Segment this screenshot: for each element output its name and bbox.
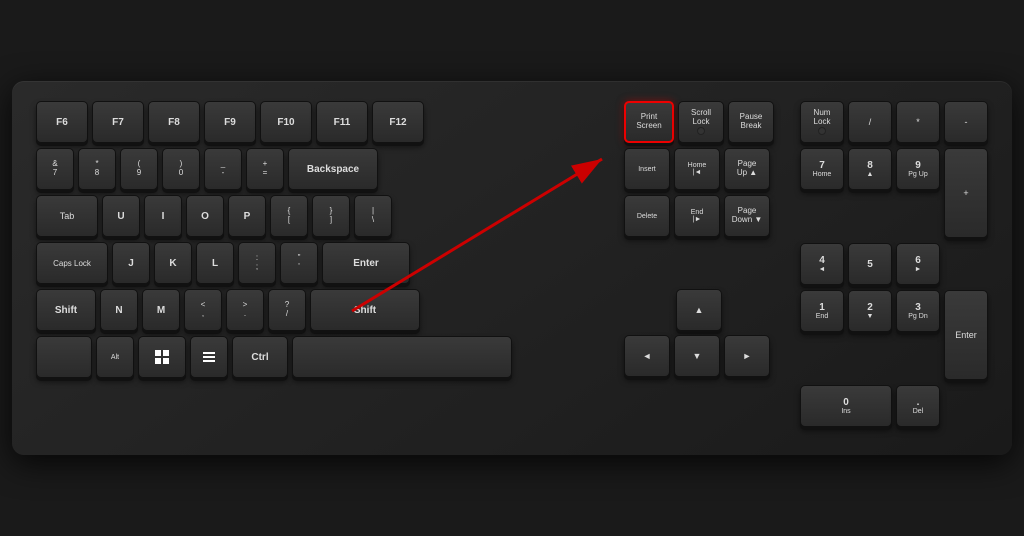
key-underscore[interactable]: _- — [204, 148, 242, 190]
key-i[interactable]: I — [144, 195, 182, 237]
key-gt[interactable]: >. — [226, 289, 264, 331]
main-keys: F6 F7 F8 F9 F10 F11 F12 &7 *8 (9 )0 — [36, 101, 596, 427]
key-pipe[interactable]: |\ — [354, 195, 392, 237]
key-o[interactable]: O — [186, 195, 224, 237]
key-scroll-lock[interactable]: ScrollLock — [678, 101, 724, 143]
key-k[interactable]: K — [154, 242, 192, 284]
key-alt-left[interactable]: Alt — [96, 336, 134, 378]
key-ampersand[interactable]: &7 — [36, 148, 74, 190]
key-question[interactable]: ?/ — [268, 289, 306, 331]
key-arrow-down[interactable]: ▼ — [674, 335, 720, 377]
number-row: &7 *8 (9 )0 _- += Backspace — [36, 148, 596, 190]
key-f7[interactable]: F7 — [92, 101, 144, 143]
key-menu[interactable] — [190, 336, 228, 378]
key-f9[interactable]: F9 — [204, 101, 256, 143]
key-backspace[interactable]: Backspace — [288, 148, 378, 190]
key-home[interactable]: Home|◄ — [674, 148, 720, 190]
key-n[interactable]: N — [100, 289, 138, 331]
home-row: Caps Lock J K L :; "' Enter — [36, 242, 596, 284]
key-paren-open[interactable]: (9 — [120, 148, 158, 190]
key-f12[interactable]: F12 — [372, 101, 424, 143]
key-print-screen[interactable]: PrintScreen — [624, 101, 674, 143]
key-num-divide[interactable]: / — [848, 101, 892, 143]
qwerty-row: Tab U I O P {[ }] |\ — [36, 195, 596, 237]
key-num-0[interactable]: 0Ins — [800, 385, 892, 427]
key-num-1[interactable]: 1End — [800, 290, 844, 332]
key-enter[interactable]: Enter — [322, 242, 410, 284]
key-ctrl-left[interactable] — [36, 336, 92, 378]
key-p[interactable]: P — [228, 195, 266, 237]
key-lt[interactable]: <, — [184, 289, 222, 331]
key-num-8[interactable]: 8▲ — [848, 148, 892, 190]
key-num-6[interactable]: 6► — [896, 243, 940, 285]
key-colon[interactable]: :; — [238, 242, 276, 284]
key-shift-right[interactable]: Shift — [310, 289, 420, 331]
key-num-7[interactable]: 7Home — [800, 148, 844, 190]
fn-row: F6 F7 F8 F9 F10 F11 F12 — [36, 101, 596, 143]
key-num-5[interactable]: 5 — [848, 243, 892, 285]
key-pause-break[interactable]: PauseBreak — [728, 101, 774, 143]
key-num-9[interactable]: 9Pg Up — [896, 148, 940, 190]
key-delete[interactable]: Delete — [624, 195, 670, 237]
key-f11[interactable]: F11 — [316, 101, 368, 143]
key-f8[interactable]: F8 — [148, 101, 200, 143]
key-num-3[interactable]: 3Pg Dn — [896, 290, 940, 332]
key-brace-open[interactable]: {[ — [270, 195, 308, 237]
key-tab[interactable]: Tab — [36, 195, 98, 237]
key-num-2[interactable]: 2▼ — [848, 290, 892, 332]
key-insert[interactable]: Insert — [624, 148, 670, 190]
right-section: PrintScreen ScrollLock PauseBreak Insert — [624, 101, 988, 427]
keyboard-wrapper: F6 F7 F8 F9 F10 F11 F12 &7 *8 (9 )0 — [12, 81, 1012, 455]
key-num-plus[interactable]: + — [944, 148, 988, 238]
key-ctrl-right[interactable]: Ctrl — [232, 336, 288, 378]
key-f6[interactable]: F6 — [36, 101, 88, 143]
key-quote[interactable]: "' — [280, 242, 318, 284]
key-num-enter[interactable]: Enter — [944, 290, 988, 380]
key-end[interactable]: End|► — [674, 195, 720, 237]
keyboard: F6 F7 F8 F9 F10 F11 F12 &7 *8 (9 )0 — [12, 81, 1012, 455]
key-arrow-right[interactable]: ► — [724, 335, 770, 377]
key-space[interactable] — [292, 336, 512, 378]
key-star[interactable]: *8 — [78, 148, 116, 190]
key-num-minus[interactable]: - — [944, 101, 988, 143]
key-j[interactable]: J — [112, 242, 150, 284]
key-page-up[interactable]: PageUp ▲ — [724, 148, 770, 190]
key-paren-close[interactable]: )0 — [162, 148, 200, 190]
key-num-multiply[interactable]: * — [896, 101, 940, 143]
key-num-4[interactable]: 4◄ — [800, 243, 844, 285]
key-plus[interactable]: += — [246, 148, 284, 190]
key-f10[interactable]: F10 — [260, 101, 312, 143]
key-num-dot[interactable]: .Del — [896, 385, 940, 427]
key-num-lock[interactable]: NumLock — [800, 101, 844, 143]
key-page-down[interactable]: PageDown ▼ — [724, 195, 770, 237]
key-win[interactable] — [138, 336, 186, 378]
bottom-row: Alt Ctrl — [36, 336, 596, 378]
key-l[interactable]: L — [196, 242, 234, 284]
key-arrow-up[interactable]: ▲ — [676, 289, 722, 331]
key-brace-close[interactable]: }] — [312, 195, 350, 237]
key-arrow-left[interactable]: ◄ — [624, 335, 670, 377]
shift-row: Shift N M <, >. ?/ Shift — [36, 289, 596, 331]
key-u[interactable]: U — [102, 195, 140, 237]
key-m[interactable]: M — [142, 289, 180, 331]
key-caps[interactable]: Caps Lock — [36, 242, 108, 284]
key-shift-left[interactable]: Shift — [36, 289, 96, 331]
